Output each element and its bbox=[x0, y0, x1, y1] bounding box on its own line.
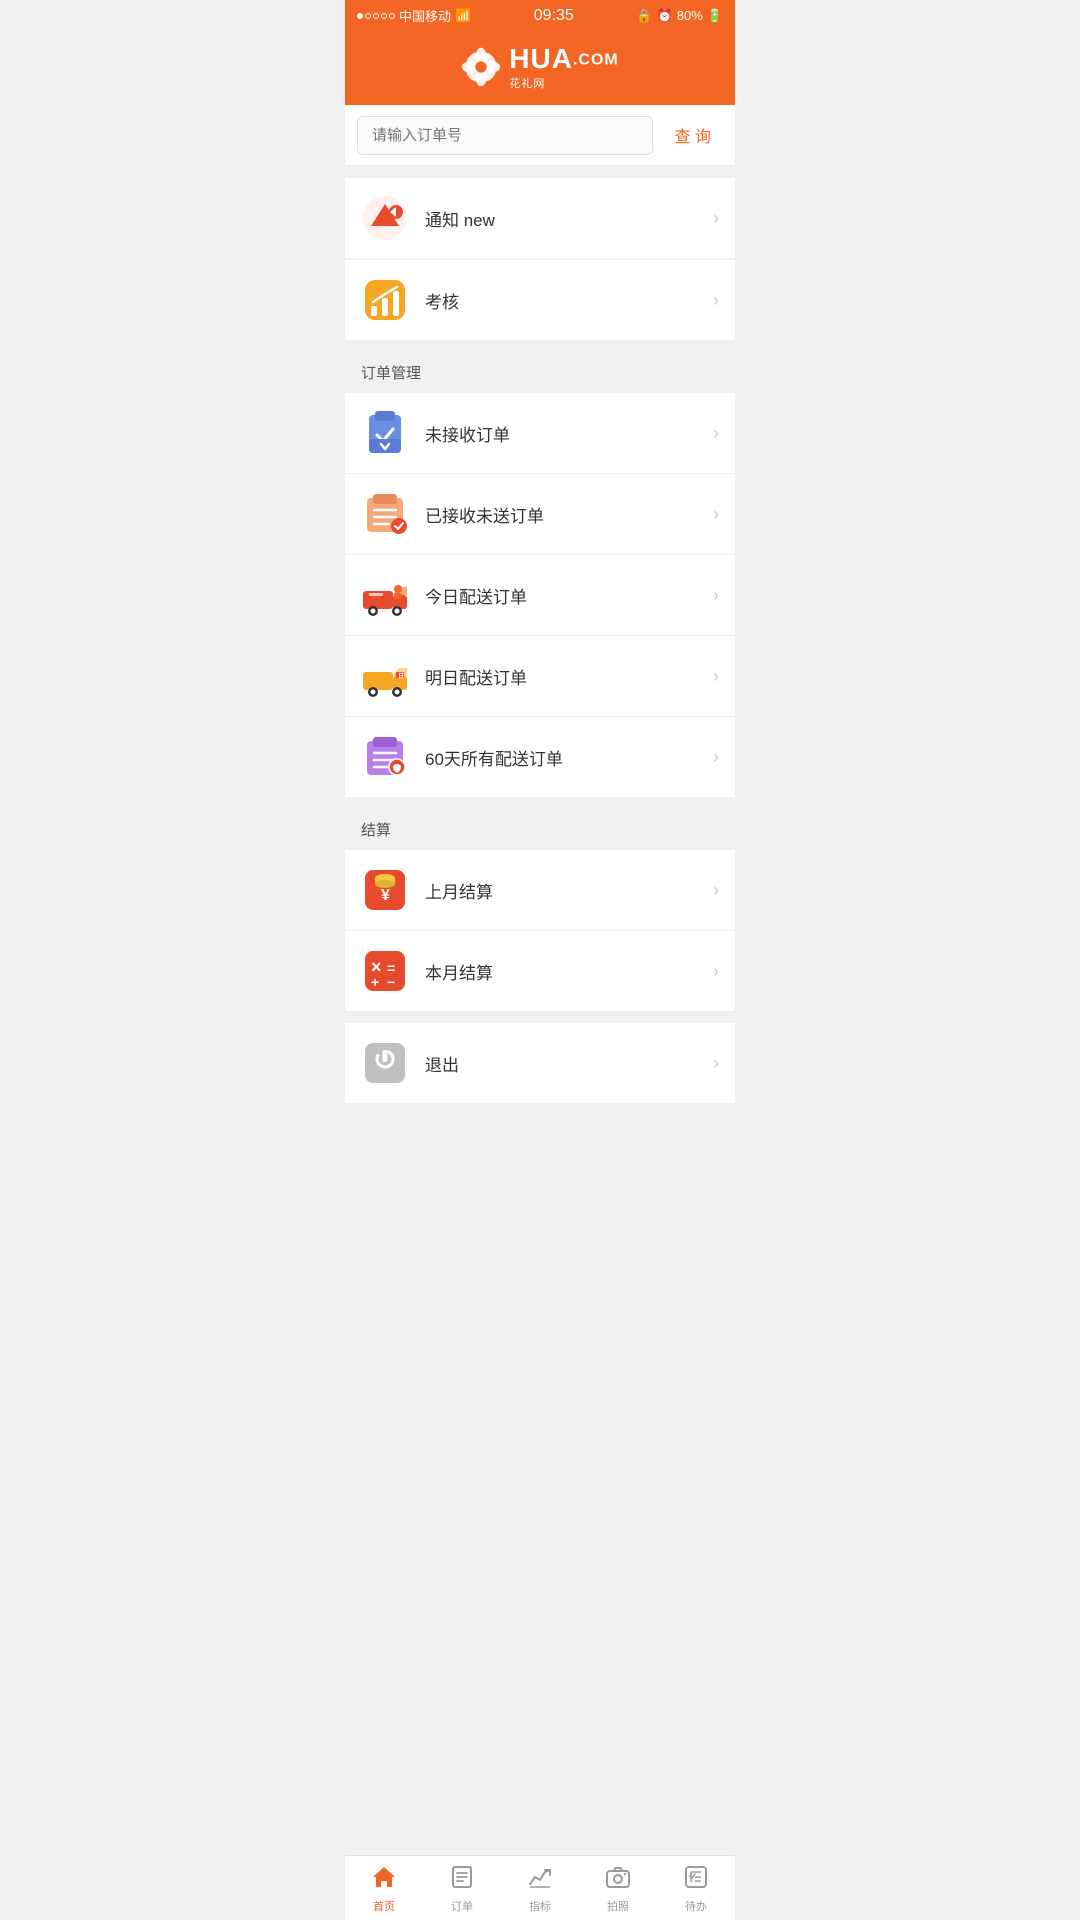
this-month-label: 本月结算 bbox=[425, 959, 713, 984]
tab-bar: 首页 订单 指标 bbox=[345, 1855, 735, 1920]
menu-item-last-month[interactable]: ¥ 上月结算 › bbox=[345, 850, 735, 931]
tab-todo[interactable]: 待办 bbox=[657, 1856, 735, 1920]
logout-chevron: › bbox=[713, 1053, 719, 1074]
top-menu-group: 通知 new › 考核 › bbox=[345, 178, 735, 340]
svg-text:−: − bbox=[387, 974, 395, 990]
menu-item-today-delivery[interactable]: 今日配送订单 › bbox=[345, 555, 735, 636]
tab-todo-label: 待办 bbox=[685, 1898, 707, 1914]
all60days-chevron: › bbox=[713, 747, 719, 768]
tomorrow-delivery-icon: 日 bbox=[361, 652, 409, 700]
home-icon bbox=[371, 1864, 397, 1895]
dot bbox=[357, 13, 363, 19]
logo-text: HUA.COM bbox=[509, 43, 618, 74]
signal-dots bbox=[357, 13, 395, 19]
logo-text-block: HUA.COM 花礼网 bbox=[509, 43, 618, 91]
tomorrow-delivery-chevron: › bbox=[713, 666, 719, 687]
status-bar: 中国移动 📶 09:35 🔒 ⏰ 80% 🔋 bbox=[345, 0, 735, 31]
gap-before-orders bbox=[345, 340, 735, 352]
lock-icon: 🔒 bbox=[636, 8, 652, 24]
menu-item-all-60days[interactable]: 60天所有配送订单 › bbox=[345, 717, 735, 797]
logout-icon bbox=[361, 1039, 409, 1087]
tab-orders[interactable]: 订单 bbox=[423, 1856, 501, 1920]
dot bbox=[381, 13, 387, 19]
accepted-unsent-label: 已接收未送订单 bbox=[425, 502, 713, 527]
tab-photo-label: 拍照 bbox=[607, 1898, 629, 1914]
notification-icon bbox=[361, 194, 409, 242]
this-month-icon: × = + − bbox=[361, 947, 409, 995]
unaccepted-label: 未接收订单 bbox=[425, 421, 713, 446]
unaccepted-chevron: › bbox=[713, 423, 719, 444]
orders-icon bbox=[449, 1864, 475, 1895]
tab-home-label: 首页 bbox=[373, 1898, 395, 1914]
all60days-icon bbox=[361, 733, 409, 781]
tab-home[interactable]: 首页 bbox=[345, 1856, 423, 1920]
status-right: 🔒 ⏰ 80% 🔋 bbox=[636, 8, 723, 24]
dot bbox=[365, 13, 371, 19]
today-delivery-label: 今日配送订单 bbox=[425, 583, 713, 608]
today-delivery-icon bbox=[361, 571, 409, 619]
menu-item-tomorrow-delivery[interactable]: 日 明日配送订单 › bbox=[345, 636, 735, 717]
svg-text:日: 日 bbox=[398, 673, 404, 680]
order-management-section-title: 订单管理 bbox=[345, 352, 735, 393]
battery-label: 80% bbox=[677, 8, 703, 23]
assessment-chevron: › bbox=[713, 290, 719, 311]
last-month-chevron: › bbox=[713, 880, 719, 901]
logo-subtitle: 花礼网 bbox=[509, 75, 618, 91]
settlement-group: ¥ 上月结算 › × = + − 本月结算 › bbox=[345, 850, 735, 1011]
notification-chevron: › bbox=[713, 208, 719, 229]
assessment-label: 考核 bbox=[425, 288, 713, 313]
search-bar: 查 询 bbox=[345, 105, 735, 166]
gap-before-logout bbox=[345, 1011, 735, 1023]
today-delivery-chevron: › bbox=[713, 585, 719, 606]
bottom-spacer bbox=[345, 1103, 735, 1173]
menu-item-this-month[interactable]: × = + − 本月结算 › bbox=[345, 931, 735, 1011]
logout-group: 退出 › bbox=[345, 1023, 735, 1103]
settlement-section-title: 结算 bbox=[345, 809, 735, 850]
status-time: 09:35 bbox=[534, 7, 574, 25]
search-button[interactable]: 查 询 bbox=[663, 115, 723, 155]
logo-container: HUA.COM 花礼网 bbox=[461, 43, 618, 91]
photo-icon bbox=[605, 1864, 631, 1895]
carrier-label: 中国移动 bbox=[399, 6, 451, 25]
last-month-icon: ¥ bbox=[361, 866, 409, 914]
dot bbox=[389, 13, 395, 19]
menu-item-unaccepted[interactable]: 未接收订单 › bbox=[345, 393, 735, 474]
wifi-icon: 📶 bbox=[455, 8, 471, 24]
tab-metrics[interactable]: 指标 bbox=[501, 1856, 579, 1920]
menu-item-logout[interactable]: 退出 › bbox=[345, 1023, 735, 1103]
search-input[interactable] bbox=[357, 116, 653, 155]
dot bbox=[373, 13, 379, 19]
menu-item-notification[interactable]: 通知 new › bbox=[345, 178, 735, 259]
unaccepted-icon bbox=[361, 409, 409, 457]
tab-orders-label: 订单 bbox=[451, 1898, 473, 1914]
battery-icon: 🔋 bbox=[707, 8, 723, 24]
metrics-icon bbox=[527, 1864, 553, 1895]
logo-flower-icon bbox=[461, 47, 501, 87]
menu-item-assessment[interactable]: 考核 › bbox=[345, 260, 735, 340]
header: HUA.COM 花礼网 bbox=[345, 31, 735, 105]
this-month-chevron: › bbox=[713, 961, 719, 982]
svg-text:¥: ¥ bbox=[381, 887, 390, 904]
gap-before-settlement bbox=[345, 797, 735, 809]
assessment-icon bbox=[361, 276, 409, 324]
todo-icon bbox=[683, 1864, 709, 1895]
order-management-group: 未接收订单 › 已接收未送订单 › bbox=[345, 393, 735, 797]
svg-text:+: + bbox=[371, 974, 379, 990]
status-left: 中国移动 📶 bbox=[357, 6, 471, 25]
tab-metrics-label: 指标 bbox=[529, 1898, 551, 1914]
logout-label: 退出 bbox=[425, 1051, 713, 1076]
last-month-label: 上月结算 bbox=[425, 878, 713, 903]
alarm-icon: ⏰ bbox=[657, 8, 673, 24]
accepted-unsent-icon bbox=[361, 490, 409, 538]
all60days-label: 60天所有配送订单 bbox=[425, 745, 713, 770]
accepted-unsent-chevron: › bbox=[713, 504, 719, 525]
menu-item-accepted-unsent[interactable]: 已接收未送订单 › bbox=[345, 474, 735, 555]
notification-label: 通知 new bbox=[425, 206, 713, 231]
tab-photo[interactable]: 拍照 bbox=[579, 1856, 657, 1920]
tomorrow-delivery-label: 明日配送订单 bbox=[425, 664, 713, 689]
gap-after-search bbox=[345, 166, 735, 178]
